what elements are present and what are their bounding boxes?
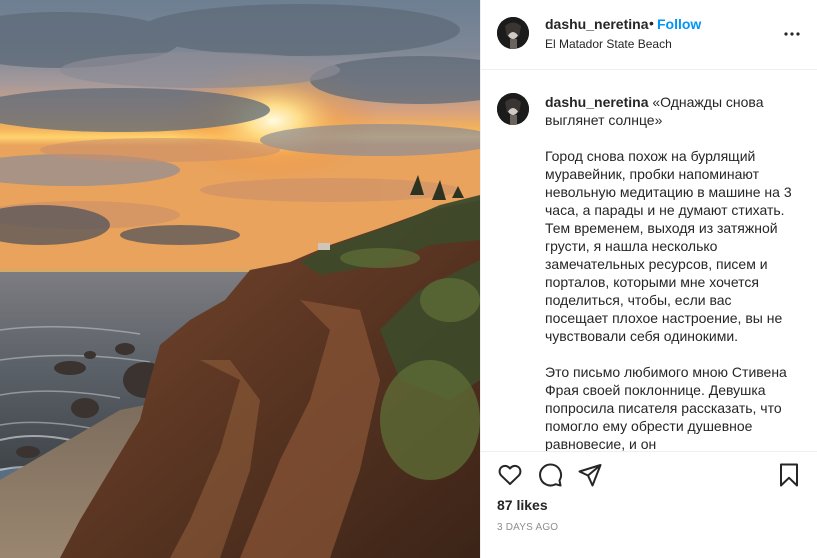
caption-username[interactable]: dashu_neretina <box>545 94 648 110</box>
caption-avatar[interactable] <box>497 93 529 125</box>
author-username[interactable]: dashu_neretina <box>545 16 648 32</box>
avatar[interactable] <box>497 17 529 49</box>
more-options-icon[interactable] <box>782 27 802 41</box>
comments-area[interactable]: dashu_neretina «Однажды снова выглянет с… <box>481 71 817 451</box>
sunset-cliff-image <box>0 0 480 558</box>
post-caption: dashu_neretina «Однажды снова выглянет с… <box>545 93 793 451</box>
separator-dot: • <box>649 15 654 31</box>
bookmark-icon[interactable] <box>776 462 802 488</box>
follow-button[interactable]: Follow <box>657 16 701 32</box>
post-timestamp[interactable]: 3 DAYS AGO <box>497 522 558 533</box>
caption-paragraph-2: Это письмо любимого мною Стивена Фрая св… <box>545 364 791 451</box>
caption-paragraph-1: Город снова похож на бурлящий муравейник… <box>545 148 796 344</box>
comment-icon[interactable] <box>537 462 563 488</box>
like-count[interactable]: 87 likes <box>497 497 548 513</box>
post-side-panel: dashu_neretina • Follow El Matador State… <box>480 0 817 558</box>
post-photo[interactable] <box>0 0 480 558</box>
post-header: dashu_neretina • Follow El Matador State… <box>481 0 817 70</box>
post-dialog: dashu_neretina • Follow El Matador State… <box>0 0 817 558</box>
post-actions: 87 likes 3 DAYS AGO <box>481 451 817 558</box>
paper-plane-icon[interactable] <box>577 462 603 488</box>
post-location[interactable]: El Matador State Beach <box>545 37 672 51</box>
heart-icon[interactable] <box>497 462 523 488</box>
